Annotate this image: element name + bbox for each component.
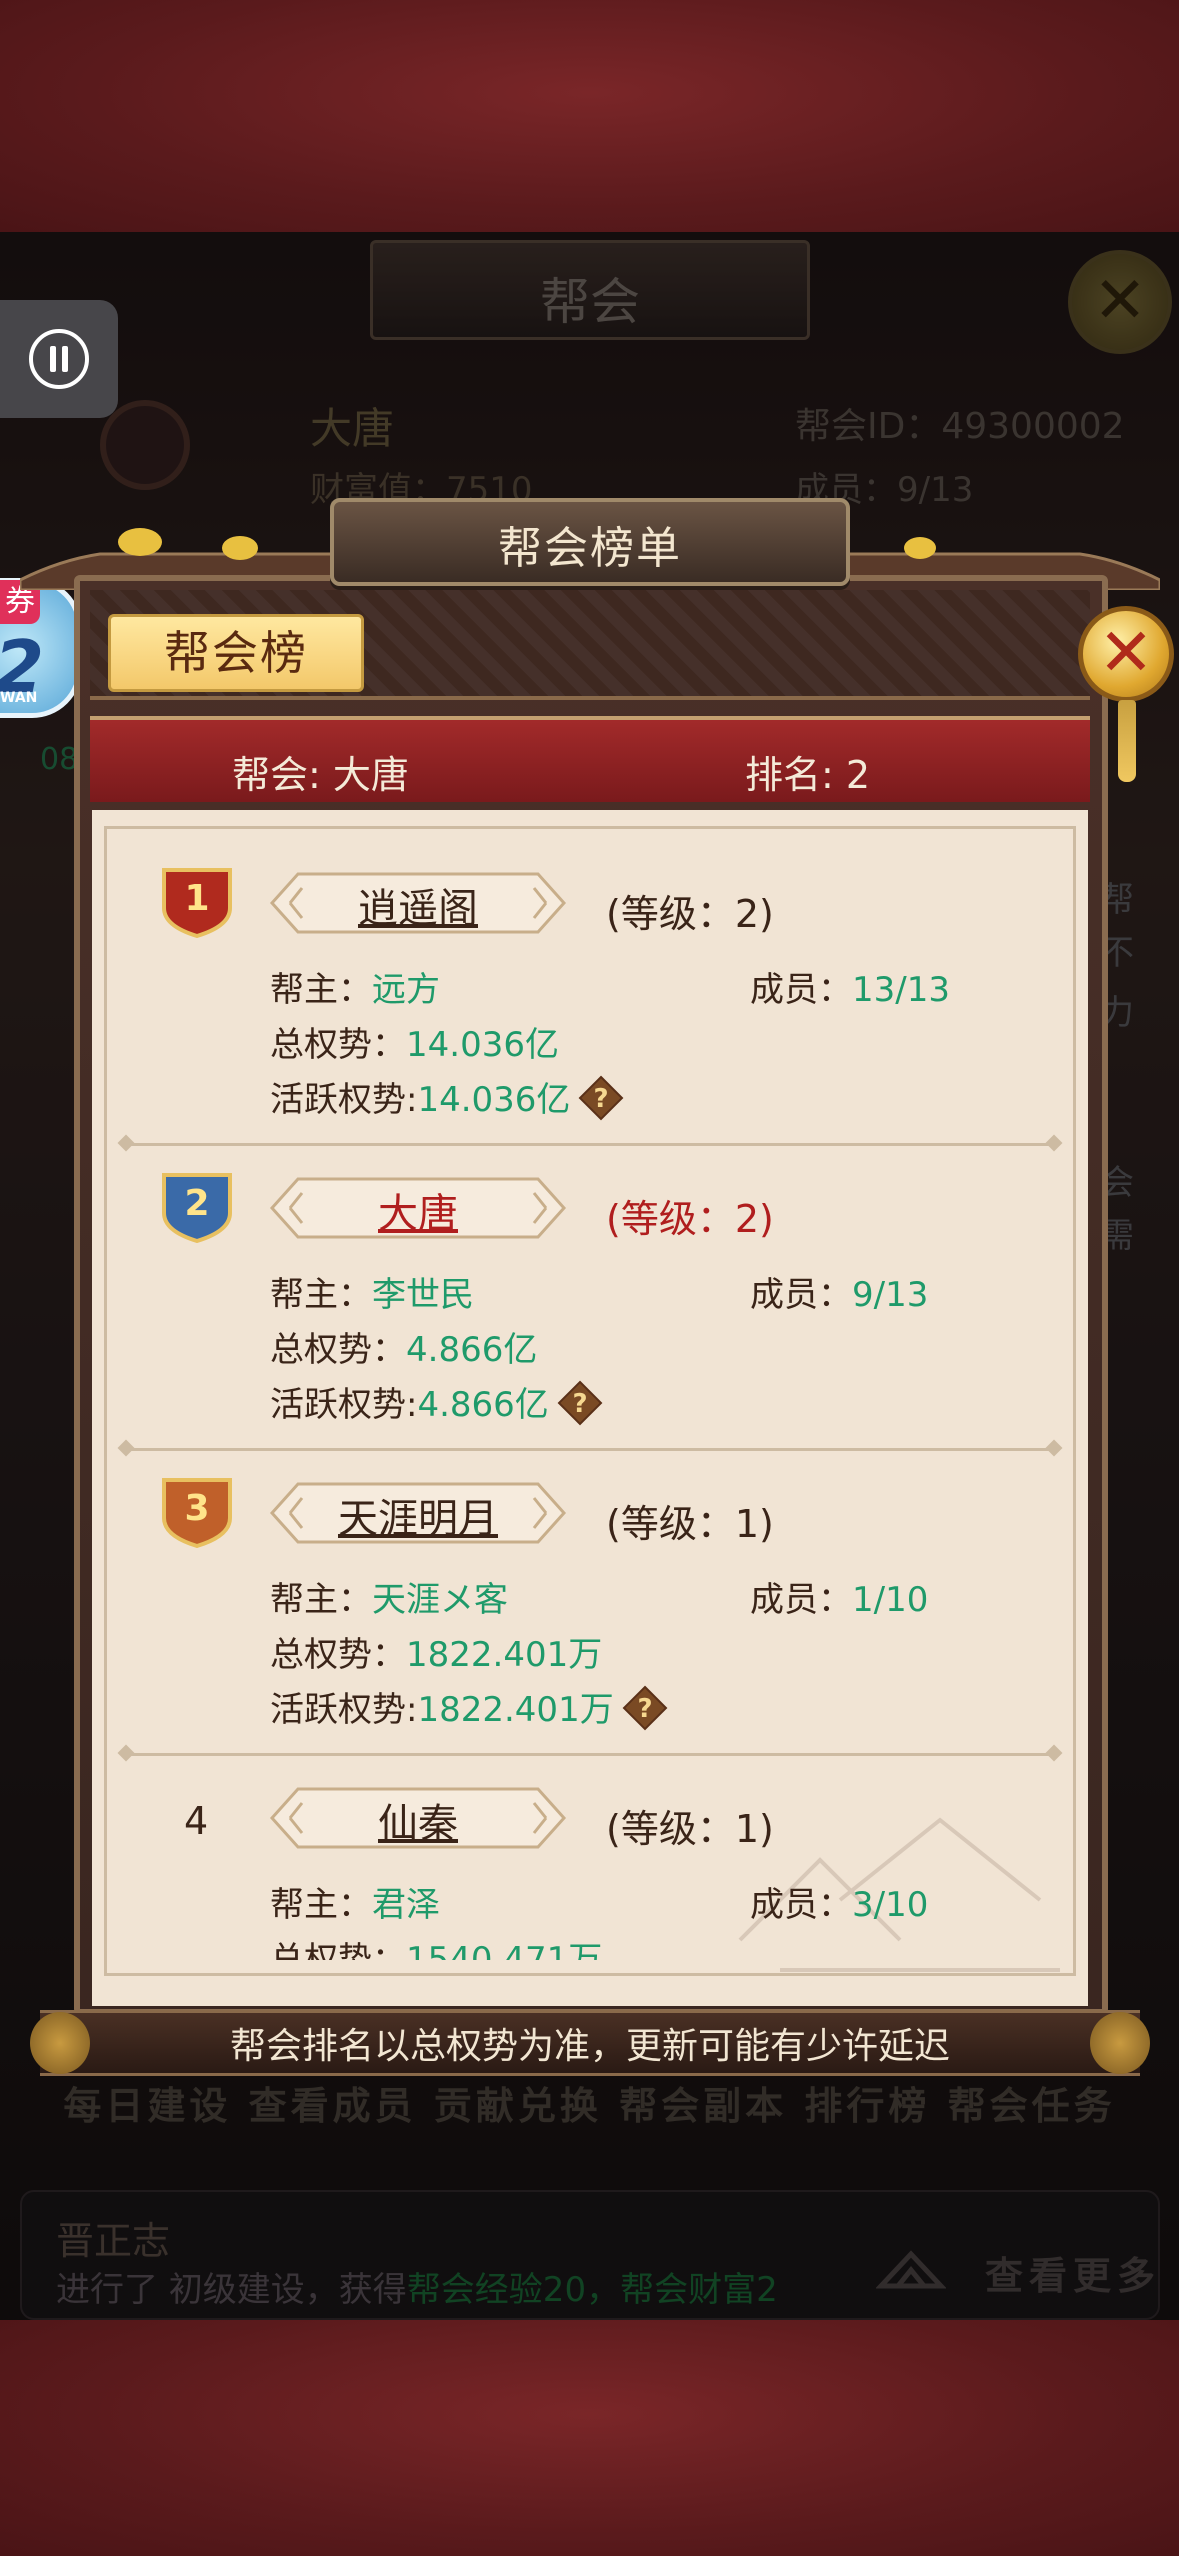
leader-label: 帮主：	[270, 970, 372, 1010]
leader-value: 天涯メ客	[372, 1580, 508, 1620]
power-label: 总权势：	[270, 1635, 406, 1675]
leader-row: 帮主：李世民	[270, 1267, 474, 1316]
svg-text:?: ?	[637, 1694, 652, 1724]
power-row: 总权势：1540.471万	[270, 1932, 602, 1960]
help-icon[interactable]: ?	[622, 1685, 668, 1731]
panel-title: 帮会榜单	[498, 523, 682, 574]
guild-name-link[interactable]: 天涯明月	[268, 1486, 568, 1544]
rank-badge-icon: 2	[162, 1173, 232, 1243]
rank-badge-number: 1	[184, 878, 209, 919]
power-label: 总权势：	[270, 1025, 406, 1065]
rank-badge-icon: 1	[162, 868, 232, 938]
active-power-row: 活跃权势:1822.401万?	[270, 1682, 668, 1735]
guild-level: (等级：2)	[606, 892, 774, 936]
power-row: 总权势：4.866亿	[270, 1322, 537, 1371]
power-label: 总权势：	[270, 1940, 406, 1960]
leader-label: 帮主：	[270, 1275, 372, 1315]
close-icon[interactable]: ✕	[1078, 606, 1174, 702]
guild-level: (等级：1)	[606, 1502, 774, 1546]
guild-ranking-entry: 3 天涯明月 (等级：1) 帮主：天涯メ客 成员：1/10 总权势：1822.401万 活跃…	[104, 1460, 1076, 1765]
rank-number: 4	[184, 1799, 209, 1843]
svg-text:?: ?	[594, 1084, 609, 1114]
leader-label: 帮主：	[270, 1885, 372, 1925]
members-label: 成员：	[750, 970, 852, 1010]
coupon-sub: WAN	[0, 690, 38, 706]
my-guild-rank: 排名: 2	[745, 753, 871, 797]
members-row: 成员：1/10	[750, 1572, 928, 1621]
members-value: 1/10	[852, 1580, 929, 1620]
power-row: 总权势：1822.401万	[270, 1627, 602, 1676]
active-power-value: 14.036亿	[417, 1080, 571, 1120]
pause-icon	[29, 329, 89, 389]
members-value: 3/10	[852, 1885, 929, 1925]
help-icon[interactable]: ?	[557, 1380, 603, 1426]
guild-name-link[interactable]: 大唐	[268, 1181, 568, 1239]
guild-level: (等级：1)	[606, 1807, 774, 1851]
leader-row: 帮主：君泽	[270, 1877, 440, 1926]
members-row: 成员：9/13	[750, 1267, 928, 1316]
active-power-label: 活跃权势:	[270, 1385, 418, 1425]
power-value: 1822.401万	[406, 1635, 603, 1675]
active-power-row: 活跃权势:14.036亿?	[270, 1072, 624, 1125]
leader-value: 远方	[372, 970, 440, 1010]
members-label: 成员：	[750, 1580, 852, 1620]
power-value: 14.036亿	[406, 1025, 559, 1065]
active-power-value: 1822.401万	[417, 1690, 614, 1730]
members-label: 成员：	[750, 1275, 852, 1315]
top-banner-background	[0, 0, 1179, 232]
tab-guild-ranking[interactable]: 帮会榜	[108, 614, 364, 692]
entry-divider	[124, 1448, 1056, 1451]
active-power-row: 活跃权势:4.866亿?	[270, 1377, 603, 1430]
guild-ranking-entry: 4 仙秦 (等级：1) 帮主：君泽 成员：3/10 总权势：1540.471万	[104, 1765, 1076, 1960]
my-guild-name: 帮会: 大唐	[232, 753, 409, 797]
members-label: 成员：	[750, 1885, 852, 1925]
guild-level: (等级：2)	[606, 1197, 774, 1241]
guild-name-link[interactable]: 仙秦	[268, 1791, 568, 1849]
members-value: 9/13	[852, 1275, 929, 1315]
members-row: 成员：13/13	[750, 962, 950, 1011]
help-icon[interactable]: ?	[578, 1075, 624, 1121]
power-value: 4.866亿	[406, 1330, 538, 1370]
active-power-label: 活跃权势:	[270, 1690, 418, 1730]
rank-badge-number: 3	[184, 1488, 209, 1529]
rank-badge-number: 2	[184, 1183, 209, 1224]
members-value: 13/13	[852, 970, 950, 1010]
members-row: 成员：3/10	[750, 1877, 928, 1926]
bottom-banner-background	[0, 2320, 1179, 2556]
guild-ranking-entry: 1 逍遥阁 (等级：2) 帮主：远方 成员：13/13 总权势：14.036亿 活跃权势:1…	[104, 850, 1076, 1155]
rank-badge-icon: 3	[162, 1478, 232, 1548]
guild-ranking-entry: 2 大唐 (等级：2) 帮主：李世民 成员：9/13 总权势：4.866亿 活跃权势:4.8…	[104, 1155, 1076, 1460]
leader-value: 李世民	[372, 1275, 474, 1315]
svg-text:?: ?	[572, 1389, 587, 1419]
leader-row: 帮主：天涯メ客	[270, 1572, 508, 1621]
active-power-value: 4.866亿	[417, 1385, 549, 1425]
tassel-decoration	[1118, 700, 1136, 782]
ranking-footer-note: 帮会排名以总权势为准，更新可能有少许延迟	[229, 2026, 950, 2067]
leader-label: 帮主：	[270, 1580, 372, 1620]
entry-divider	[124, 1753, 1056, 1756]
power-row: 总权势：14.036亿	[270, 1017, 559, 1066]
pause-button[interactable]	[0, 300, 118, 418]
active-power-label: 活跃权势:	[270, 1080, 418, 1120]
entry-divider	[124, 1143, 1056, 1146]
ranking-list-viewport: 1 逍遥阁 (等级：2) 帮主：远方 成员：13/13 总权势：14.036亿 活跃权势:1…	[104, 850, 1076, 1960]
power-value: 1540.471万	[406, 1940, 603, 1960]
power-label: 总权势：	[270, 1330, 406, 1370]
leader-value: 君泽	[372, 1885, 440, 1925]
leader-row: 帮主：远方	[270, 962, 440, 1011]
guild-name-link[interactable]: 逍遥阁	[268, 876, 568, 934]
